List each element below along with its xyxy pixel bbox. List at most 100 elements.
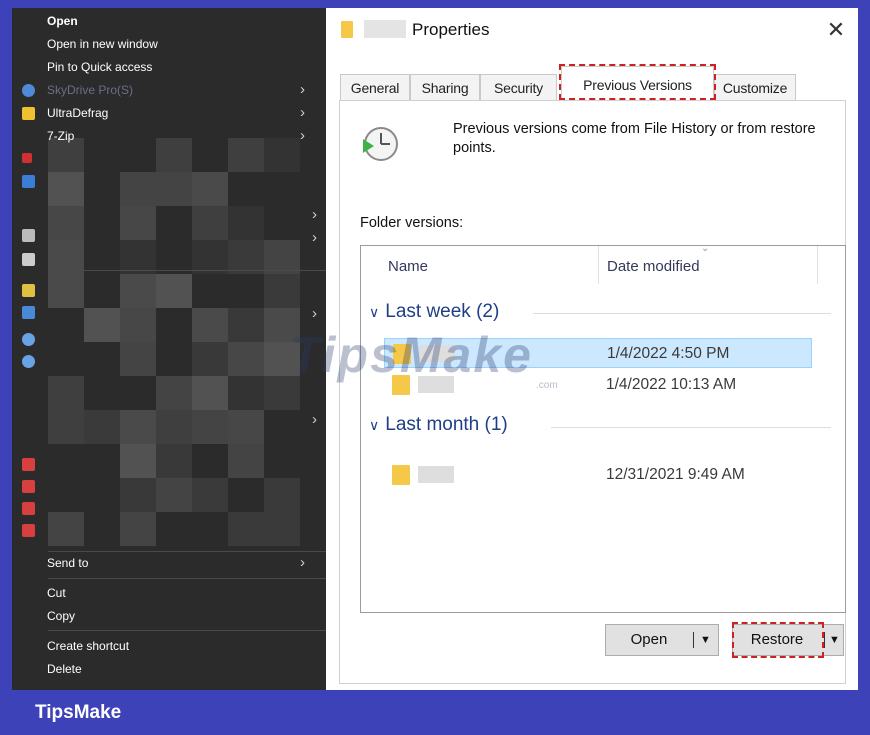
group-header-last-week[interactable]: ∨ Last week (2) (369, 301, 499, 323)
menu-separator (48, 578, 326, 579)
tab-general[interactable]: General (340, 74, 410, 100)
frame-left-border (0, 0, 12, 690)
menu-item-delete[interactable]: Delete (12, 658, 326, 680)
banner-text: TipsMake (35, 702, 122, 723)
mosaic-block (120, 206, 156, 240)
sort-arrow-icon: ⌄ (701, 243, 710, 254)
menu-item-label: Open (47, 14, 78, 28)
frame-top-border (0, 0, 870, 8)
menu-item-label: Cut (47, 586, 66, 600)
menu-item-label: Copy (47, 609, 76, 623)
restore-highlight-box (732, 622, 824, 658)
column-divider (598, 246, 599, 284)
menu-item-label: Open in new window (47, 37, 158, 51)
mosaic-block (156, 478, 192, 512)
mosaic-block (192, 308, 228, 342)
group-divider (533, 313, 831, 314)
menu-item-ultradefrag[interactable]: UltraDefrag › (12, 102, 326, 124)
column-header-name[interactable]: Name (388, 258, 428, 275)
app-icon (22, 524, 35, 537)
menu-item-label: Delete (47, 662, 82, 676)
mosaic-block (192, 172, 228, 206)
chevron-right-icon: › (300, 81, 305, 98)
mosaic-block (48, 376, 84, 410)
tab-security[interactable]: Security (480, 74, 557, 100)
menu-item-7zip[interactable]: 7-Zip › (12, 125, 326, 147)
mosaic-block (120, 444, 156, 478)
menu-item-send-to[interactable]: Send to › (12, 552, 326, 574)
ultradefrag-icon (22, 107, 35, 120)
mosaic-block (48, 512, 84, 546)
app-icon (22, 502, 35, 515)
app-icon (22, 355, 35, 368)
mosaic-block (156, 274, 192, 308)
mosaic-block (228, 410, 264, 444)
mosaic-block (156, 410, 192, 444)
clock-restore-icon (363, 127, 398, 161)
redacted-folder-name (364, 20, 406, 38)
app-icon (22, 333, 35, 346)
folder-icon (341, 21, 353, 38)
mosaic-block (156, 444, 192, 478)
mosaic-block (228, 240, 264, 274)
menu-item-copy[interactable]: Copy (12, 605, 326, 627)
mosaic-block (120, 308, 156, 342)
row-date: 1/4/2022 10:13 AM (606, 376, 737, 393)
mosaic-block (120, 478, 156, 512)
open-button-label: Open (630, 631, 668, 648)
bottom-banner: TipsMake (0, 690, 870, 735)
title-bar: Properties ✕ (326, 8, 858, 52)
close-button[interactable]: ✕ (818, 12, 854, 48)
app-icon (22, 284, 35, 297)
mosaic-block (192, 206, 228, 240)
split-divider (693, 632, 694, 648)
dropdown-arrow-icon[interactable]: ▼ (700, 625, 711, 655)
mosaic-block (156, 172, 192, 206)
menu-item-label: SkyDrive Pro(S) (47, 83, 134, 97)
app-icon (22, 306, 35, 319)
mosaic-block (48, 172, 84, 206)
menu-separator (48, 270, 326, 271)
group-header-last-month[interactable]: ∨ Last month (1) (369, 414, 508, 436)
mosaic-block (192, 376, 228, 410)
mosaic-block (120, 342, 156, 376)
chevron-right-icon: › (300, 104, 305, 121)
split-divider (824, 632, 825, 648)
pixelated-redaction (48, 138, 308, 548)
chevron-down-icon: ∨ (369, 417, 380, 433)
menu-item-open-new-window[interactable]: Open in new window (12, 33, 326, 55)
mosaic-block (228, 308, 264, 342)
mosaic-block (48, 410, 84, 444)
chevron-right-icon: › (312, 411, 317, 428)
app-icon (22, 253, 35, 266)
tab-sharing[interactable]: Sharing (410, 74, 480, 100)
mosaic-block (264, 274, 300, 308)
column-divider (817, 246, 818, 284)
mosaic-block (264, 240, 300, 274)
group-label: Last week (2) (385, 301, 500, 322)
menu-item-cut[interactable]: Cut (12, 582, 326, 604)
dropdown-arrow-icon[interactable]: ▼ (829, 625, 840, 655)
list-item[interactable]: 12/31/2021 9:49 AM (384, 460, 812, 490)
tab-customize[interactable]: Customize (714, 74, 796, 100)
open-split-button[interactable]: Open ▼ (605, 624, 719, 656)
mosaic-block (156, 376, 192, 410)
column-header-date-modified[interactable]: Date modified (607, 258, 700, 275)
shield-icon (22, 175, 35, 188)
mosaic-block (84, 308, 120, 342)
menu-item-pin-quick-access[interactable]: Pin to Quick access (12, 56, 326, 78)
mosaic-block (228, 206, 264, 240)
app-icon (22, 229, 35, 242)
menu-item-label: 7-Zip (47, 129, 75, 143)
redacted-name (418, 466, 454, 483)
folder-versions-label: Folder versions: (360, 215, 464, 231)
watermark-suffix: .com (536, 380, 558, 391)
mosaic-block (192, 478, 228, 512)
menu-item-skydrive[interactable]: SkyDrive Pro(S) › (12, 79, 326, 101)
dialog-title: Properties (412, 20, 490, 39)
chevron-right-icon: › (300, 554, 305, 571)
mosaic-block (192, 342, 228, 376)
menu-item-label: Pin to Quick access (47, 60, 153, 74)
menu-item-create-shortcut[interactable]: Create shortcut (12, 635, 326, 657)
menu-item-open[interactable]: Open (12, 10, 326, 32)
